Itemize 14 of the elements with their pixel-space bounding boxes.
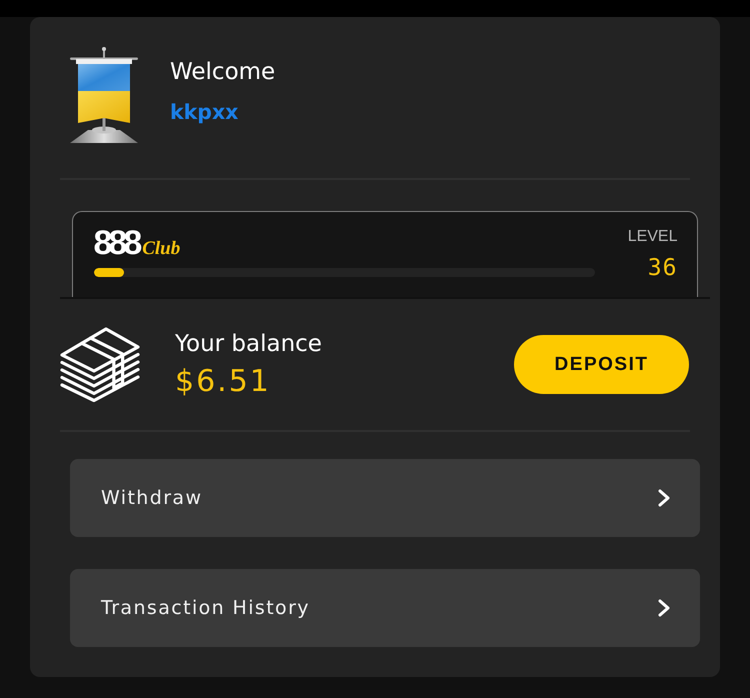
money-stack-icon	[60, 327, 140, 402]
menu-item[interactable]: Withdraw	[70, 459, 700, 537]
deposit-button[interactable]: DEPOSIT	[514, 335, 689, 394]
welcome-title: Welcome	[170, 58, 276, 87]
menu-item[interactable]: Transaction History	[70, 569, 700, 647]
level-value: 36	[648, 254, 678, 282]
balance-amount: $6.51	[175, 362, 271, 400]
username: kkpxx	[170, 99, 238, 126]
level-label: LEVEL	[628, 228, 678, 246]
club-logo: 888Club	[94, 226, 180, 260]
chevron-right-icon	[658, 489, 670, 507]
chevron-right-icon	[658, 599, 670, 617]
balance-label: Your balance	[175, 330, 322, 358]
flag-icon	[70, 47, 138, 143]
